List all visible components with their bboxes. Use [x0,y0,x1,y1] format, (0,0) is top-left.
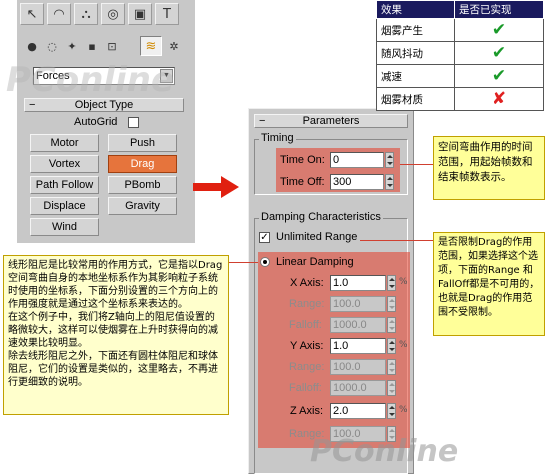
check-icon: ✔ [491,43,507,63]
x-range-label: Range: [289,298,325,310]
x-falloff-field: 1000.0 [330,317,386,333]
y-range-label: Range: [289,361,325,373]
z-axis-percent: % [399,405,408,415]
z-axis-label: Z Axis: [290,405,324,417]
y-falloff-label: Falloff: [289,382,322,394]
table-row: 烟雾产生 ✔ [376,18,544,42]
space-warps-icon[interactable]: ≋ [140,36,162,56]
y-range-field: 100.0 [330,359,386,375]
status-cell: ✘ [454,87,544,111]
parameters-header[interactable]: − Parameters [254,114,408,128]
y-range-spinner [387,359,396,375]
time-off-spinner[interactable] [385,174,394,190]
shapes-icon[interactable]: ◌ [44,38,60,54]
timing-callout-line [400,164,433,165]
x-falloff-label: Falloff: [289,319,322,331]
x-falloff-spinner [387,317,396,333]
arrow-right-icon [193,176,239,198]
pbomb-button[interactable]: PBomb [108,176,177,194]
wind-button[interactable]: Wind [30,218,99,236]
collapse-icon: − [259,115,266,127]
status-column-header: 是否已实现 [454,0,544,19]
cameras-icon[interactable]: ▪ [84,38,100,54]
check-icon: ✔ [491,66,507,86]
y-axis-spinner[interactable] [387,338,396,354]
lights-icon[interactable]: ✦ [64,38,80,54]
z-axis-spinner[interactable] [387,403,396,419]
x-axis-field[interactable]: 1.0 [330,275,386,291]
watermark-top-left: PConline [6,60,175,100]
time-on-field[interactable]: 0 [330,152,384,168]
range-callout-line [360,240,433,241]
helpers-icon[interactable]: ⊡ [104,38,120,54]
effect-cell: 减速 [376,64,455,88]
y-axis-field[interactable]: 1.0 [330,338,386,354]
cross-icon: ✘ [491,89,507,109]
status-cell: ✔ [454,18,544,42]
time-on-spinner[interactable] [385,152,394,168]
displace-button[interactable]: Displace [30,197,99,215]
motion-tab-icon[interactable]: ◎ [101,3,125,25]
path-follow-button[interactable]: Path Follow [30,176,99,194]
timing-note: 空间弯曲作用的时间范围，用起始帧数和结束帧数表示。 [433,136,545,200]
push-button[interactable]: Push [108,134,177,152]
watermark-bottom-right: PConline [310,434,459,469]
y-axis-percent: % [399,340,408,350]
table-header-row: 效果 是否已实现 [376,0,544,19]
systems-icon[interactable]: ✲ [166,38,182,54]
time-off-label: Time Off: [280,176,325,188]
z-axis-field[interactable]: 2.0 [330,403,386,419]
effect-cell: 烟雾材质 [376,87,455,111]
check-icon: ✔ [491,20,507,40]
parameters-title: Parameters [302,115,360,127]
linear-damping-radio[interactable] [260,257,270,267]
create-tab-icon[interactable]: ↖ [20,3,44,25]
gravity-button[interactable]: Gravity [108,197,177,215]
display-tab-icon[interactable]: ▣ [128,3,152,25]
effect-column-header: 效果 [376,0,455,19]
x-axis-percent: % [399,277,408,287]
main-callout-line [228,262,258,263]
x-range-spinner [387,296,396,312]
unlimited-range-label: Unlimited Range [276,231,358,243]
x-range-field: 100.0 [330,296,386,312]
effect-cell: 随风抖动 [376,41,455,65]
effects-status-table: 效果 是否已实现 烟雾产生 ✔ 随风抖动 ✔ 减速 ✔ 烟雾材质 ✘ [376,0,544,111]
geometry-icon[interactable]: ● [24,38,40,54]
table-row: 烟雾材质 ✘ [376,87,544,111]
time-on-label: Time On: [280,154,325,166]
unlimited-range-checkbox[interactable]: ✓ [259,232,270,243]
time-off-field[interactable]: 300 [330,174,384,190]
motor-button[interactable]: Motor [30,134,99,152]
range-note: 是否限制Drag的作用范围，如果选择这个选项，下面的Range 和FallOff… [433,232,545,336]
linear-damping-note: 线形阻尼是比较常用的作用方式，它是指以Drag空间弯曲自身的本地坐标系作为其影响… [3,255,229,415]
autogrid-checkbox[interactable] [128,117,139,128]
y-falloff-field: 1000.0 [330,380,386,396]
object-type-header[interactable]: − Object Type [24,98,184,112]
hierarchy-tab-icon[interactable]: ⛬ [74,3,98,25]
utilities-tab-icon[interactable]: T [155,3,179,25]
table-row: 随风抖动 ✔ [376,41,544,65]
modify-tab-icon[interactable]: ◠ [47,3,71,25]
status-cell: ✔ [454,64,544,88]
linear-damping-label: Linear Damping [276,256,354,268]
table-row: 减速 ✔ [376,64,544,88]
y-axis-label: Y Axis: [290,340,324,352]
autogrid-label: AutoGrid [74,116,118,128]
status-cell: ✔ [454,41,544,65]
effect-cell: 烟雾产生 [376,18,455,42]
damping-group-title: Damping Characteristics [259,211,383,223]
x-axis-label: X Axis: [290,277,324,289]
y-falloff-spinner [387,380,396,396]
collapse-icon: − [29,99,36,111]
object-type-title: Object Type [74,99,134,111]
timing-group-title: Timing [259,132,296,144]
x-axis-spinner[interactable] [387,275,396,291]
vortex-button[interactable]: Vortex [30,155,99,173]
drag-button[interactable]: Drag [108,155,177,173]
